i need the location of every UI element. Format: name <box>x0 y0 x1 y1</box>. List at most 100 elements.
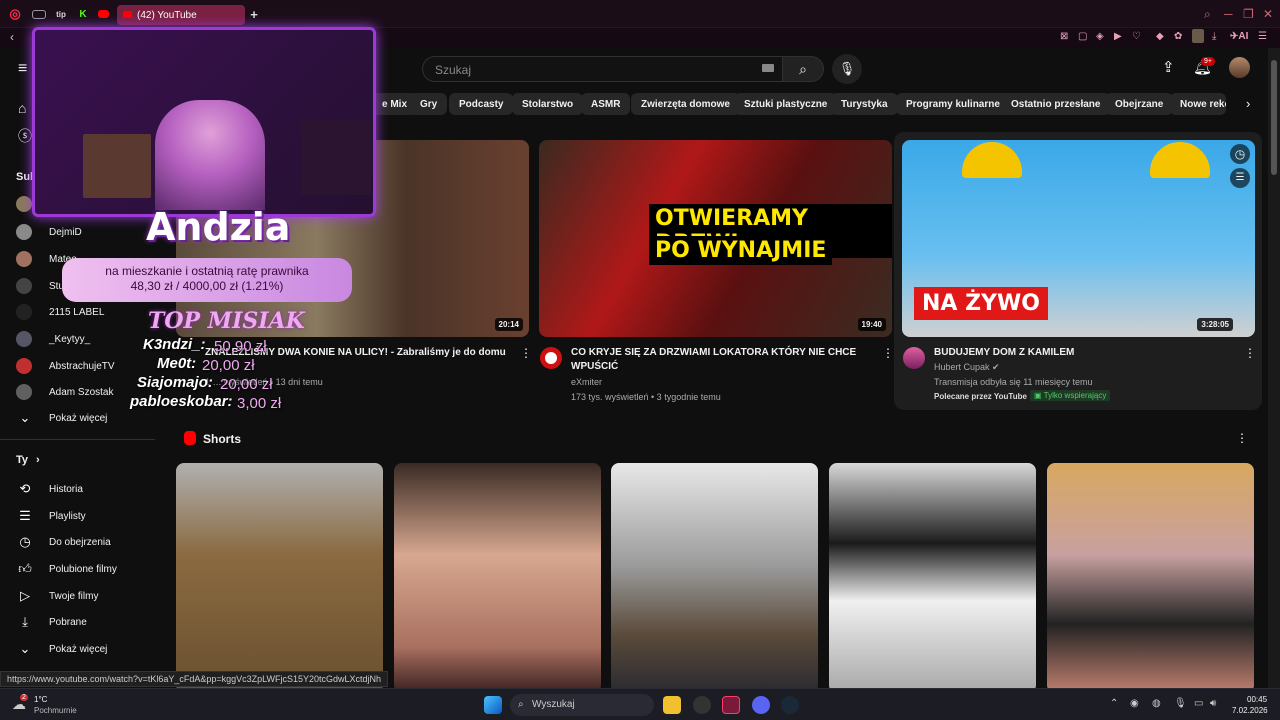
extension-icon-1[interactable]: ⊠ <box>1060 31 1068 42</box>
volume-icon[interactable]: 🔊︎ <box>1210 698 1216 709</box>
search-button[interactable]: ⌕ <box>782 56 824 82</box>
sidebar-item-do-obejrzenia[interactable]: ◷ Do obejrzenia <box>16 534 110 550</box>
chip-gry[interactable]: Gry <box>410 93 448 115</box>
tab-youtube[interactable]: (42) YouTube <box>117 5 245 25</box>
short-thumbnail-4[interactable] <box>829 463 1036 688</box>
sidebar-item-historia[interactable]: ⟲ Historia <box>16 481 83 497</box>
gamepad-icon[interactable] <box>32 10 46 19</box>
extensions-icon[interactable]: ✿ <box>1174 31 1182 42</box>
sidebar-item-playlisty[interactable]: ☰ Playlisty <box>16 508 86 524</box>
minimize-icon[interactable]: ─ <box>1224 7 1233 21</box>
weather-temp[interactable]: 1°C <box>34 695 47 704</box>
video-menu-icon[interactable]: ⋮ <box>882 346 894 360</box>
taskbar-date[interactable]: 7.02.2026 <box>1232 706 1268 715</box>
channel-name[interactable]: Hubert Cupak ✔ <box>934 362 1000 373</box>
taskbar-time[interactable]: 00:45 <box>1247 695 1267 704</box>
adblock-icon[interactable]: ◆ <box>1156 31 1164 42</box>
chip-programy[interactable]: Programy kulinarne <box>896 93 1010 115</box>
channel-avatar[interactable] <box>903 347 925 369</box>
opera-logo-icon[interactable]: ◎ <box>8 6 22 21</box>
file-explorer-icon[interactable] <box>663 696 681 714</box>
shorts-nav-icon[interactable]: ⓢ <box>18 126 32 146</box>
sidebar-sub-7[interactable]: Adam Szostak <box>16 384 113 400</box>
chip-podcasty[interactable]: Podcasty <box>449 93 514 115</box>
channel-name[interactable]: eXmiter <box>571 377 602 387</box>
chip-stolarstwo[interactable]: Stolarstwo <box>512 93 584 115</box>
chip-sztuki[interactable]: Sztuki plastyczne <box>734 93 838 115</box>
extension-icon-2[interactable]: ▢ <box>1078 31 1087 42</box>
steam-icon[interactable] <box>781 696 799 714</box>
chevron-right-icon[interactable]: › <box>1246 96 1250 111</box>
short-thumbnail-3[interactable] <box>611 463 818 688</box>
search-tabs-icon[interactable]: ⌕ <box>1204 7 1211 22</box>
voice-search-button[interactable]: 🎙 <box>832 54 862 84</box>
extension-icon-3[interactable]: ▶ <box>1114 31 1122 42</box>
shorts-menu-icon[interactable]: ⋮ <box>1236 431 1248 445</box>
short-thumbnail-1[interactable] <box>176 463 383 688</box>
channel-avatar[interactable] <box>540 347 562 369</box>
donor-amount: 20,00 zł <box>202 357 255 374</box>
weather-desc[interactable]: Pochmurnie <box>34 706 77 715</box>
short-thumbnail-2[interactable] <box>394 463 601 688</box>
home-icon[interactable]: ⌂ <box>18 100 26 116</box>
taskbar-search[interactable]: Wyszukaj <box>510 694 654 716</box>
chip-ostatnio[interactable]: Ostatnio przesłane <box>1001 93 1111 115</box>
add-to-queue-icon[interactable]: ☰ <box>1230 168 1250 188</box>
ai-button[interactable]: ✈AI <box>1230 31 1248 42</box>
donation-goal-box: na mieszkanie i ostatnią ratę prawnika 4… <box>62 258 352 302</box>
search-input[interactable]: Szukaj <box>422 56 784 82</box>
hamburger-menu-icon[interactable]: ≡ <box>18 60 27 78</box>
kick-tab-icon[interactable]: K <box>76 7 90 21</box>
chip-zwierzeta[interactable]: Zwierzęta domowe <box>631 93 740 115</box>
video-title-2[interactable]: CO KRYJE SIĘ ZA DRZWIAMI LOKATORA KTÓRY … <box>571 346 876 374</box>
link-status-bar: https://www.youtube.com/watch?v=tKl6aY_c… <box>0 671 389 687</box>
discord-tray-icon[interactable]: ◉ <box>1130 698 1139 709</box>
video-title-3[interactable]: BUDUJEMY DOM Z KAMILEM <box>934 346 1239 360</box>
ai-label: AI <box>1238 31 1249 42</box>
display-icon[interactable]: ▭ <box>1194 698 1203 709</box>
sidebar-show-more-2[interactable]: ⌄ Pokaż więcej <box>16 641 108 657</box>
chip-nowe[interactable]: Nowe reko <box>1170 93 1226 115</box>
video-menu-icon[interactable]: ⋮ <box>520 346 532 360</box>
tray-app-icon[interactable]: ◍ <box>1152 698 1161 709</box>
sidebar-sub-4[interactable]: 2115 LABEL <box>16 304 104 320</box>
discord-icon[interactable] <box>752 696 770 714</box>
keyboard-icon[interactable] <box>762 64 774 72</box>
tray-chevron-icon[interactable]: ⌃ <box>1110 698 1118 709</box>
short-thumbnail-5[interactable] <box>1047 463 1254 688</box>
account-avatar[interactable] <box>1229 57 1250 78</box>
profile-icon[interactable] <box>1192 29 1204 43</box>
sidebar-sub-6[interactable]: AbstrachujeTV <box>16 358 115 374</box>
close-icon[interactable]: ✕ <box>1263 7 1273 21</box>
chip-turystyka[interactable]: Turystyka <box>831 93 898 115</box>
sidebar-sub-1[interactable]: DejmiD <box>16 224 82 240</box>
channel-avatar <box>16 384 32 400</box>
scrollbar-thumb[interactable] <box>1271 60 1277 175</box>
obs-icon[interactable] <box>693 696 711 714</box>
back-icon[interactable]: ‹ <box>10 30 14 44</box>
sidebar-item-pobrane[interactable]: ⤓ Pobrane <box>16 614 87 630</box>
opera-taskbar-icon[interactable] <box>722 696 740 714</box>
video-thumbnail-2[interactable]: OTWIERAMY DRZWI PO WYNAJMIE 19:40 <box>539 140 892 337</box>
new-tab-button[interactable]: + <box>247 7 261 22</box>
download-icon[interactable]: ⤓ <box>1212 31 1216 42</box>
youtube-tab-icon[interactable] <box>98 10 109 18</box>
menu-icon[interactable]: ☰ <box>1258 31 1267 42</box>
create-upload-icon[interactable]: ⇪ <box>1162 58 1175 76</box>
chip-asmr[interactable]: ASMR <box>581 93 631 115</box>
sidebar-item-twoje-filmy[interactable]: ▷ Twoje filmy <box>16 588 98 604</box>
sidebar-you-heading[interactable]: Ty › <box>16 454 40 466</box>
video-menu-icon[interactable]: ⋮ <box>1244 346 1256 360</box>
maximize-icon[interactable]: ❐ <box>1243 7 1254 21</box>
sidebar-item-polubione[interactable]: 👍︎ Polubione filmy <box>16 561 117 577</box>
sidebar-sub-5[interactable]: _Keytyy_ <box>16 331 90 347</box>
watch-later-icon[interactable]: ◷ <box>1230 144 1250 164</box>
tiktok-tab-icon[interactable]: tip <box>54 7 68 21</box>
heart-icon[interactable]: ♡ <box>1132 31 1141 42</box>
microphone-tray-icon[interactable]: 🎙︎ <box>1174 698 1187 709</box>
video-thumbnail-3[interactable]: NA ŻYWO ◷ ☰ 3:28:05 <box>902 140 1255 337</box>
windows-start-icon[interactable] <box>484 696 502 714</box>
shield-icon[interactable]: ◈ <box>1096 31 1104 42</box>
chip-obejrzane[interactable]: Obejrzane <box>1105 93 1174 115</box>
sidebar-show-more[interactable]: ⌄ Pokaż więcej <box>16 410 108 426</box>
